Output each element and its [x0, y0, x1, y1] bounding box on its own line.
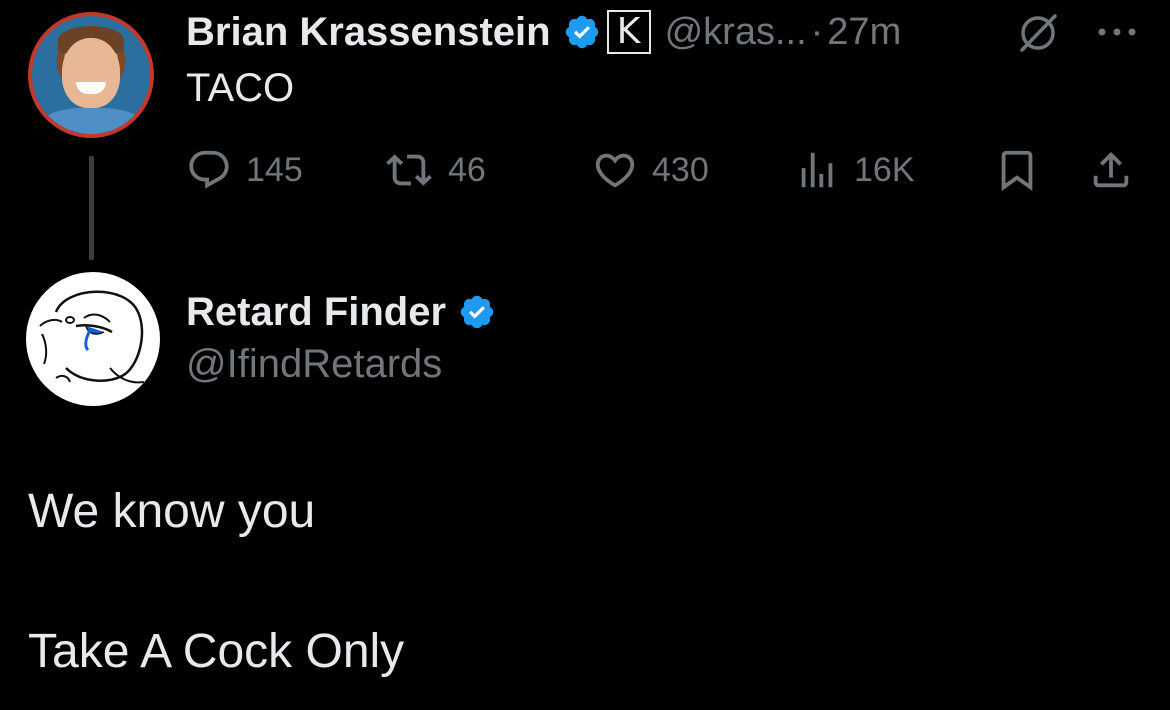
- tweet-text: TACO: [186, 66, 295, 110]
- reply-text-line: Take A Cock Only: [28, 625, 405, 678]
- reply-author-display-name[interactable]: Retard Finder: [186, 290, 446, 335]
- author-display-name[interactable]: Brian Krassenstein: [186, 10, 551, 55]
- grok-icon[interactable]: [1015, 10, 1061, 56]
- reply-button[interactable]: 145: [186, 140, 303, 200]
- reply-text-line: We know you: [28, 485, 316, 538]
- like-icon: [595, 153, 635, 188]
- bookmark-button[interactable]: [994, 140, 1040, 200]
- affiliate-badge[interactable]: K: [606, 10, 651, 54]
- bookmark-icon: [1001, 150, 1033, 191]
- tweet-actions: 145 46 430 16K: [0, 140, 1170, 200]
- repost-button[interactable]: 46: [384, 140, 486, 200]
- reply-author-handle[interactable]: @IfindRetards: [186, 342, 442, 387]
- like-button[interactable]: 430: [592, 140, 709, 200]
- author-handle[interactable]: @kras...: [665, 11, 807, 54]
- reply-avatar[interactable]: [26, 272, 160, 406]
- verified-badge-icon[interactable]: [458, 293, 496, 331]
- views-count: 16K: [854, 150, 915, 189]
- more-icon[interactable]: [1094, 22, 1140, 42]
- reply-header: Retard Finder: [186, 286, 496, 338]
- repost-icon: [386, 154, 432, 186]
- parent-tweet[interactable]: Brian Krassenstein K @kras... · 27m TACO: [0, 0, 1170, 270]
- repost-count: 46: [448, 150, 486, 189]
- share-button[interactable]: [1088, 140, 1134, 200]
- tweet-header: Brian Krassenstein K @kras... · 27m: [186, 6, 901, 58]
- tweet-timestamp[interactable]: 27m: [827, 11, 901, 54]
- avatar[interactable]: [28, 12, 154, 138]
- reply-count: 145: [246, 150, 303, 189]
- verified-badge-icon[interactable]: [563, 13, 601, 51]
- share-icon: [1093, 151, 1129, 188]
- like-count: 430: [652, 150, 709, 189]
- views-button[interactable]: 16K: [794, 140, 915, 200]
- views-icon: [801, 152, 833, 188]
- reply-icon: [189, 150, 229, 189]
- separator-dot: ·: [810, 10, 824, 53]
